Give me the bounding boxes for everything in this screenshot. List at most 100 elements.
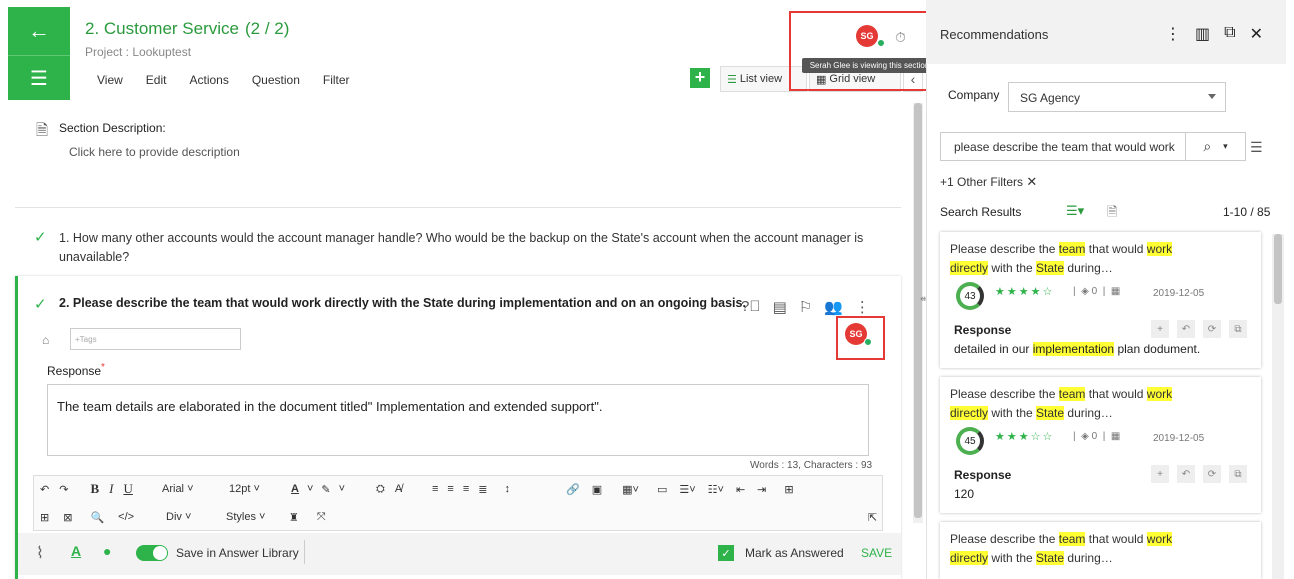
text-format-icon[interactable]: A [71,543,81,559]
format-painter-icon[interactable]: ⛭ [376,483,385,496]
align-left-icon[interactable]: ≡ [432,483,438,495]
number-list-icon[interactable]: ☷˅ [708,483,724,496]
align-justify-icon[interactable]: ≣ [478,483,487,496]
result-question: Please describe the team that would work… [950,532,1173,565]
question-2[interactable]: 2. Please describe the team that would w… [59,296,746,310]
styles-select[interactable]: Styles ˅ [226,504,265,530]
table-icon[interactable]: ▦˅ [622,483,639,496]
arrow-left-icon: ← [28,18,50,43]
menu-question[interactable]: Question [252,73,300,87]
help-icon[interactable]: ?⃝ [741,298,761,316]
result-date: 2019-12-05 [1153,288,1205,299]
sort-icon[interactable]: ☰ [1250,139,1263,156]
save-library-toggle[interactable] [136,545,168,561]
highlight-icon[interactable]: ✎ [321,483,330,496]
menu-edit[interactable]: Edit [146,73,167,87]
columns-icon[interactable]: ▥ [1195,24,1210,44]
refresh-icon[interactable]: ⟳ [1203,465,1221,483]
italic-button[interactable]: I [109,481,113,497]
fullscreen-icon[interactable]: ⤧ [317,511,326,524]
embed-icon[interactable]: ▭ [657,483,667,496]
result-question: Please describe the team that would work… [950,387,1173,420]
results-count: 1-10 / 85 [1223,205,1271,219]
other-filters[interactable]: +1 Other Filters ✕ [940,174,1037,190]
search-icon[interactable]: 🔍 [90,511,104,524]
link-icon[interactable]: 🔗 [566,483,580,496]
result-card[interactable]: Please describe the team that would work… [940,522,1261,579]
clear-icon[interactable]: ♜ [289,511,299,524]
result-card[interactable]: Please describe the team that would work… [940,232,1261,368]
mark-answered-checkbox[interactable]: ✓ [718,545,734,561]
tags-input[interactable]: +Tags [70,328,241,350]
viewer-tooltip: Serah Glee is viewing this section [802,58,937,73]
timer-icon[interactable]: ⏱ [895,29,906,46]
save-library-label: Save in Answer Library [176,546,299,560]
page-break-icon[interactable]: ⊞ [784,483,793,496]
result-card[interactable]: Please describe the team that would work… [940,377,1261,513]
comment-icon[interactable]: ▤ [773,298,787,316]
list-view-icon[interactable]: ☰▾ [1066,203,1084,219]
section-description-input[interactable]: Click here to provide description [69,145,240,159]
menu-actions[interactable]: Actions [189,73,228,87]
attachment-icon[interactable]: ⌇ [36,543,44,563]
insert-icon[interactable]: ⊞ [40,511,49,524]
refresh-icon[interactable]: ⟳ [1203,320,1221,338]
add-button[interactable]: + [690,68,710,88]
save-button[interactable]: SAVE [861,546,892,560]
document-icon[interactable]: 🗎 [1107,203,1117,225]
undo-icon[interactable]: ↶ [40,483,49,496]
code-icon[interactable]: </> [118,511,134,523]
menu-view[interactable]: View [97,73,123,87]
results-scrollbar[interactable] [1272,234,1284,579]
align-center-icon[interactable]: ≡ [447,483,453,495]
company-select[interactable]: SG Agency [1008,82,1226,112]
menu-filter[interactable]: Filter [323,73,350,87]
main-scrollbar[interactable] [913,103,923,523]
font-select[interactable]: Arial ˅ [162,476,194,502]
search-options-icon[interactable]: ▾ [1223,141,1228,152]
image-icon[interactable]: ▣ [592,483,602,496]
section-description-label: Section Description: [59,121,166,135]
close-icon[interactable]: ✕ [1250,24,1263,44]
editor-toolbar: ↶ ↷ B I U Arial ˅ 12pt ˅ A ˅ ✎ ˅ ⛭ A̸ ≡ ≡ … [33,475,883,531]
clear-format-icon[interactable]: A̸ [395,483,402,495]
outdent-icon[interactable]: ⇤ [736,483,745,496]
bulb-icon[interactable]: ● [103,543,111,559]
question-viewer-avatar[interactable]: SG [845,323,875,349]
reply-icon[interactable]: ↶ [1177,320,1195,338]
popout-icon[interactable]: ⇱ [868,504,877,530]
add-icon[interactable]: + [1151,465,1169,483]
font-color-icon[interactable]: A [291,483,299,495]
response-textarea[interactable]: The team details are elaborated in the d… [47,384,869,456]
question-1[interactable]: 1. How many other accounts would the acc… [59,229,899,267]
users-icon[interactable]: 👥 [824,298,843,316]
copy-icon[interactable]: ⧉ [1229,320,1247,338]
search-icon[interactable]: ⌕ [1203,138,1211,155]
flag-icon[interactable]: ⚐ [799,298,812,316]
search-input[interactable]: please describe the team that would work [940,132,1186,161]
usage-count: | ◈ 0 | ▦ [1073,431,1124,442]
bold-button[interactable]: B [90,481,99,497]
back-button[interactable]: ← [8,7,70,55]
more-vertical-icon[interactable]: ⋮ [855,298,870,316]
remove-icon[interactable]: ⊠ [63,511,72,524]
copy-icon[interactable]: ⧉ [1229,465,1247,483]
block-select[interactable]: Div ˅ [166,504,191,530]
question-actions: ?⃝ ▤ ⚐ 👥 ⋮ [741,298,870,316]
size-select[interactable]: 12pt ˅ [229,476,260,502]
more-vertical-icon[interactable]: ⋮ [1165,24,1181,44]
line-height-icon[interactable]: ↕ [504,483,510,495]
align-right-icon[interactable]: ≡ [463,483,469,495]
indent-icon[interactable]: ⇥ [757,483,766,496]
external-link-icon[interactable]: ⧉ [1224,24,1235,44]
viewer-avatar[interactable]: SG [856,25,888,49]
close-icon[interactable]: ✕ [1026,174,1037,189]
list-icon: ☰ [727,73,737,86]
menu-button[interactable]: ☰ [8,55,70,100]
bullet-list-icon[interactable]: ☰˅ [679,483,695,496]
result-actions: + ↶ ⟳ ⧉ [1151,320,1247,338]
underline-button[interactable]: U [123,481,132,497]
redo-icon[interactable]: ↷ [59,483,68,496]
reply-icon[interactable]: ↶ [1177,465,1195,483]
add-icon[interactable]: + [1151,320,1169,338]
